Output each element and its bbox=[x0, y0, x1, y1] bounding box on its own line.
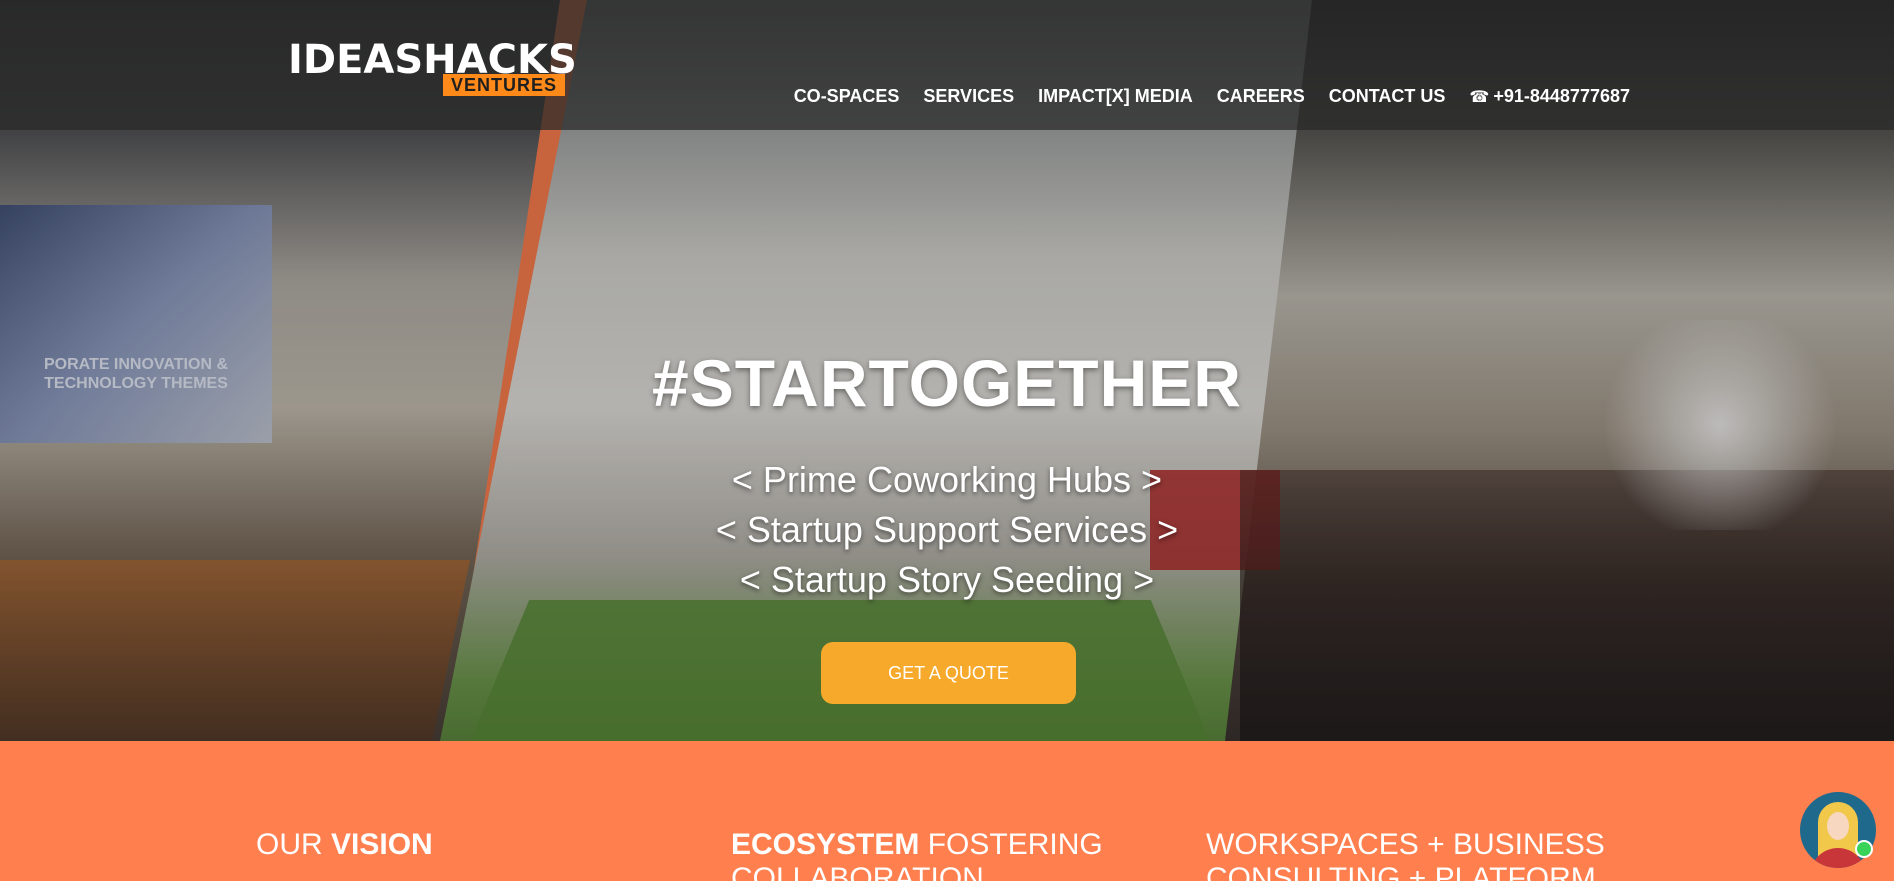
nav-services[interactable]: SERVICES bbox=[923, 86, 1014, 107]
logo-subtitle: VENTURES bbox=[443, 74, 566, 96]
phone-icon: ☎ bbox=[1469, 88, 1490, 106]
hero-taglines: < Prime Coworking Hubs > < Startup Suppo… bbox=[0, 455, 1894, 605]
vision-heading-prefix: OUR bbox=[256, 828, 331, 861]
phone-number: +91-8448777687 bbox=[1493, 86, 1630, 106]
hero-tagline: < Startup Support Services > bbox=[715, 509, 1179, 550]
vision-heading: OUR VISION bbox=[256, 828, 676, 862]
ecosystem-heading-bold: ECOSYSTEM bbox=[731, 828, 920, 861]
site-logo[interactable]: IDEASHACKS VENTURES bbox=[288, 38, 577, 96]
nav-impactx-media[interactable]: IMPACT[X] MEDIA bbox=[1038, 86, 1193, 107]
main-nav: CO-SPACES SERVICES IMPACT[X] MEDIA CAREE… bbox=[794, 86, 1630, 107]
online-status-dot bbox=[1855, 840, 1873, 858]
nav-contact-us[interactable]: CONTACT US bbox=[1329, 86, 1446, 107]
top-navbar: IDEASHACKS VENTURES CO-SPACES SERVICES I… bbox=[0, 0, 1894, 130]
ecosystem-heading: ECOSYSTEM FOSTERING COLLABORATION bbox=[731, 828, 1151, 881]
chat-avatar-face bbox=[1827, 812, 1849, 840]
vision-heading-bold: VISION bbox=[331, 828, 433, 861]
nav-careers[interactable]: CAREERS bbox=[1217, 86, 1305, 107]
nav-phone-link[interactable]: ☎ +91-8448777687 bbox=[1469, 86, 1630, 107]
nav-co-spaces[interactable]: CO-SPACES bbox=[794, 86, 900, 107]
hero-tagline: < Prime Coworking Hubs > bbox=[731, 459, 1163, 500]
hero-title: #STARTOGETHER bbox=[652, 346, 1242, 420]
get-a-quote-button[interactable]: GET A QUOTE bbox=[821, 642, 1076, 704]
workspaces-heading-text: WORKSPACES + BUSINESS CONSULTING + PLATF… bbox=[1206, 828, 1605, 881]
workspaces-heading: WORKSPACES + BUSINESS CONSULTING + PLATF… bbox=[1206, 828, 1626, 881]
hero-tagline: < Startup Story Seeding > bbox=[739, 559, 1155, 600]
